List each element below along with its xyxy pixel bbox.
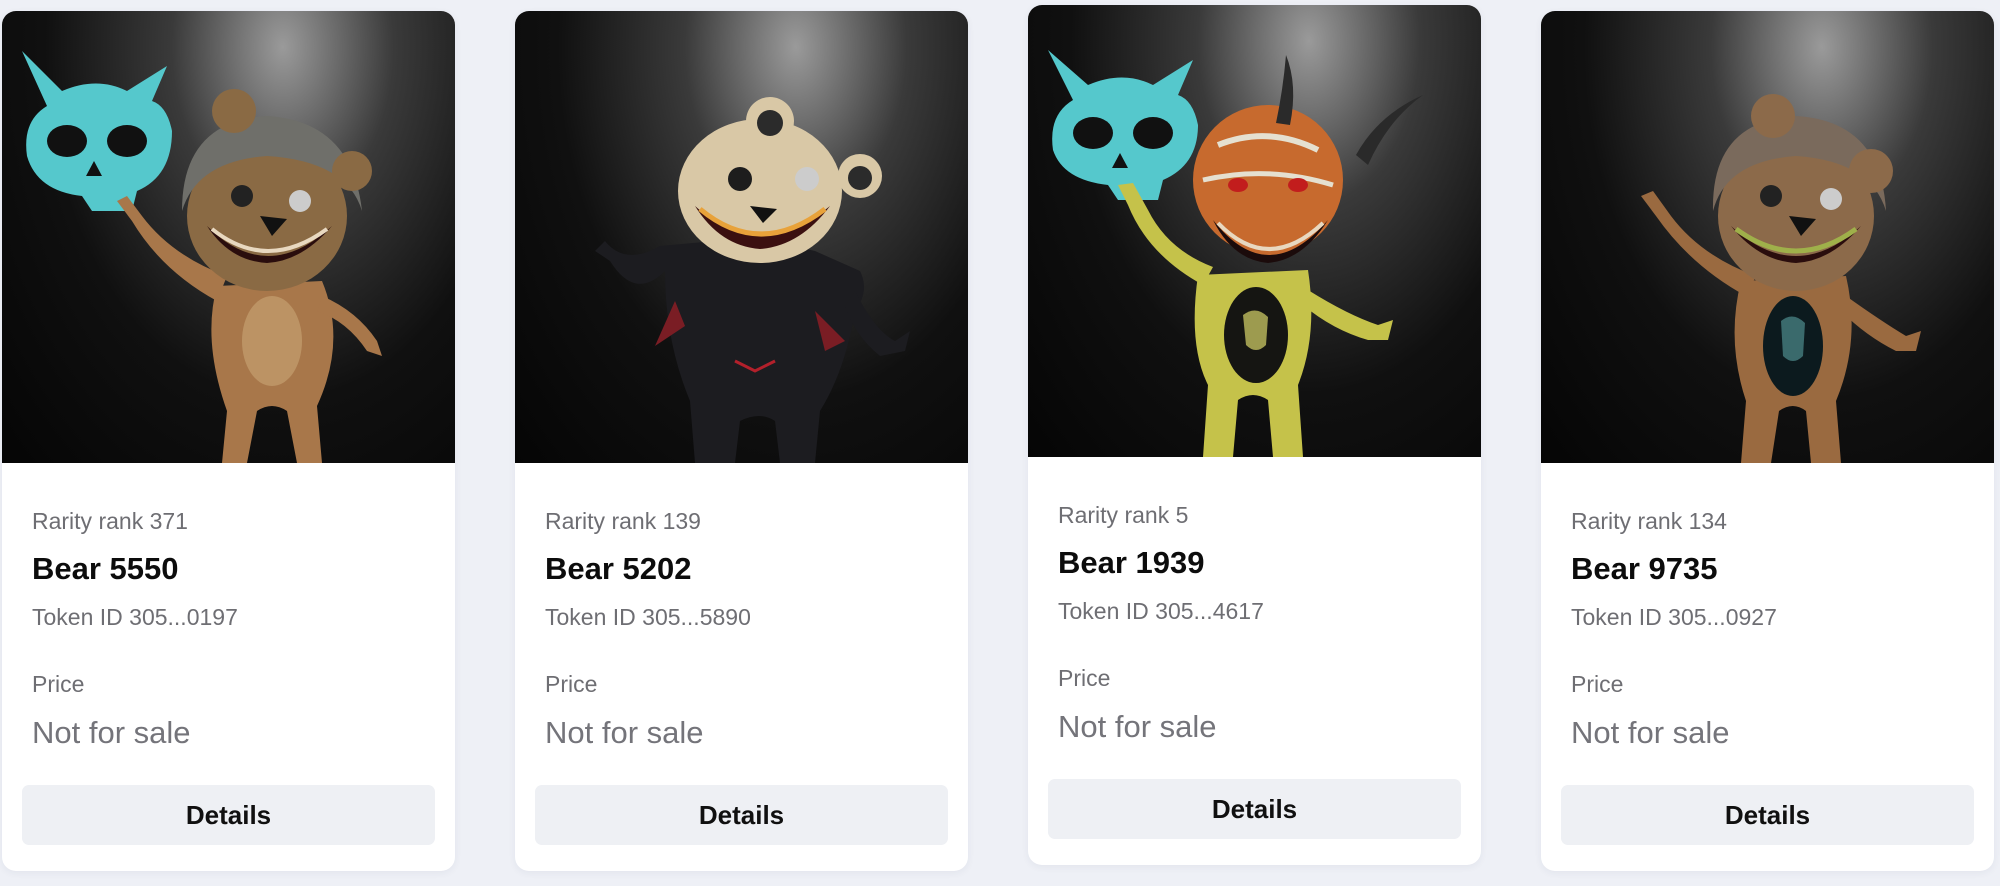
bear-artwork (1048, 50, 1423, 457)
bear-artwork (1641, 94, 1921, 463)
nft-image[interactable] (1541, 11, 1994, 463)
details-button[interactable]: Details (535, 785, 948, 845)
price-value: Not for sale (1058, 709, 1217, 744)
token-id: Token ID 305...4617 (1058, 598, 1264, 624)
details-button[interactable]: Details (1048, 779, 1461, 839)
rarity-rank: Rarity rank 134 (1571, 508, 1727, 534)
nft-title: Bear 9735 (1571, 551, 1718, 586)
nft-card[interactable]: Rarity rank 139 Bear 5202 Token ID 305..… (515, 11, 968, 871)
price-value: Not for sale (545, 715, 704, 750)
nft-card[interactable]: Rarity rank 134 Bear 9735 Token ID 305..… (1541, 11, 1994, 871)
nft-image[interactable] (2, 11, 455, 463)
bear-artwork (22, 51, 382, 463)
nft-card[interactable]: Rarity rank 5 Bear 1939 Token ID 305...4… (1028, 5, 1481, 865)
details-button[interactable]: Details (22, 785, 435, 845)
price-label: Price (545, 671, 598, 697)
nft-title: Bear 5550 (32, 551, 179, 586)
rarity-rank: Rarity rank 371 (32, 508, 188, 534)
price-value: Not for sale (1571, 715, 1730, 750)
skull-icon (22, 51, 172, 211)
rarity-rank: Rarity rank 5 (1058, 502, 1189, 528)
price-label: Price (32, 671, 85, 697)
price-label: Price (1058, 665, 1111, 691)
nft-image[interactable] (1028, 5, 1481, 457)
skull-icon (1048, 50, 1198, 200)
token-id: Token ID 305...0927 (1571, 604, 1777, 630)
nft-title: Bear 5202 (545, 551, 692, 586)
nft-card[interactable]: Rarity rank 371 Bear 5550 Token ID 305..… (2, 11, 455, 871)
nft-image[interactable] (515, 11, 968, 463)
price-label: Price (1571, 671, 1624, 697)
token-id: Token ID 305...0197 (32, 604, 238, 630)
details-button[interactable]: Details (1561, 785, 1974, 845)
rarity-rank: Rarity rank 139 (545, 508, 701, 534)
bear-artwork (595, 97, 910, 463)
price-value: Not for sale (32, 715, 191, 750)
nft-title: Bear 1939 (1058, 545, 1205, 580)
token-id: Token ID 305...5890 (545, 604, 751, 630)
